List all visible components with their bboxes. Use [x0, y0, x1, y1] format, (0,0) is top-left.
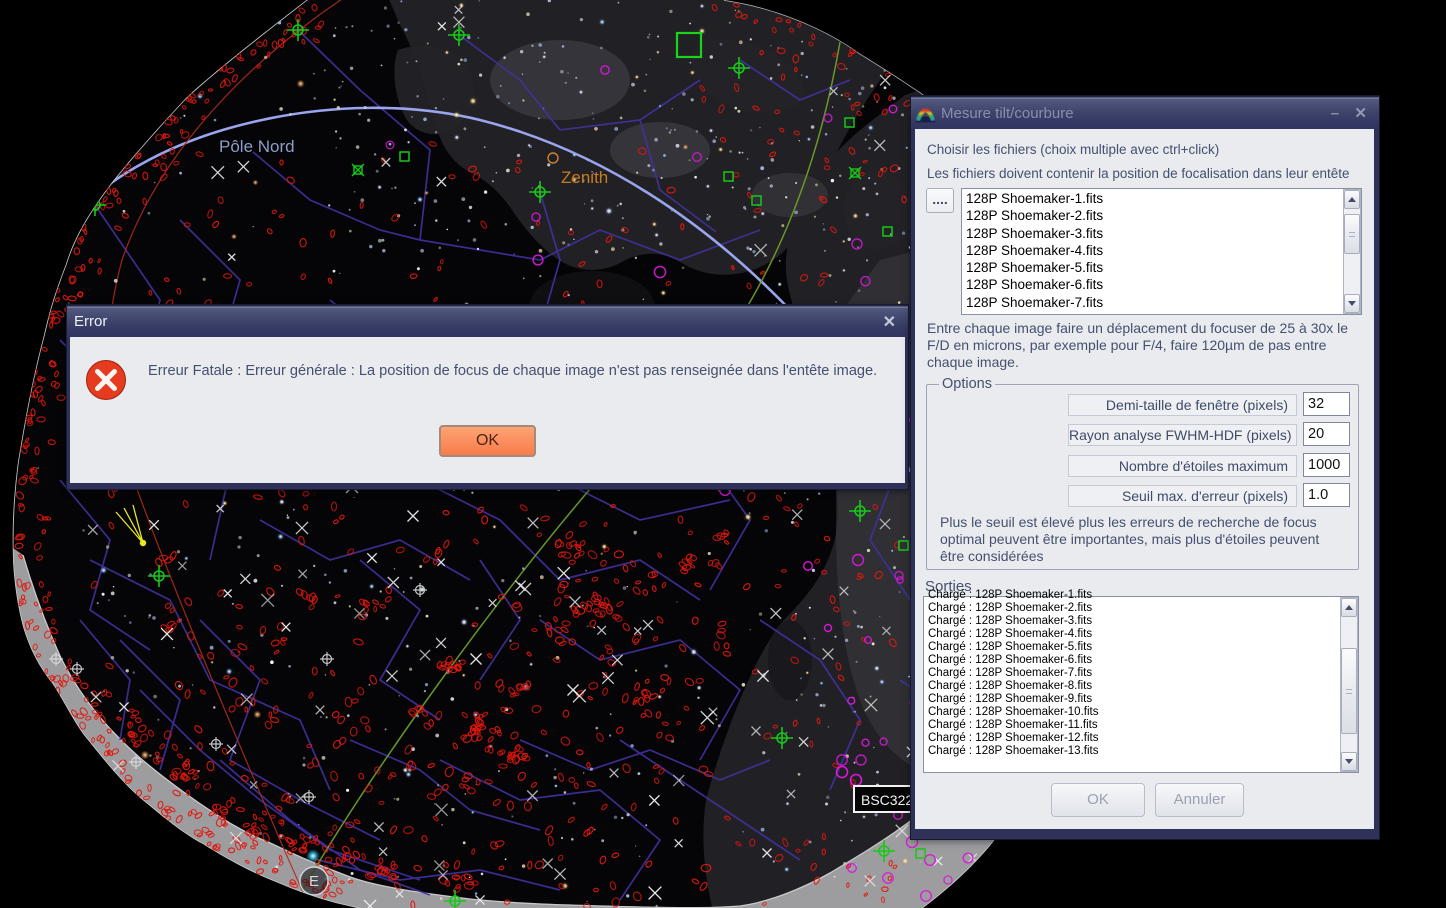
svg-text:Pôle Nord: Pôle Nord — [219, 137, 295, 156]
svg-text:E: E — [309, 873, 319, 890]
svg-text:Zenith: Zenith — [561, 168, 608, 187]
